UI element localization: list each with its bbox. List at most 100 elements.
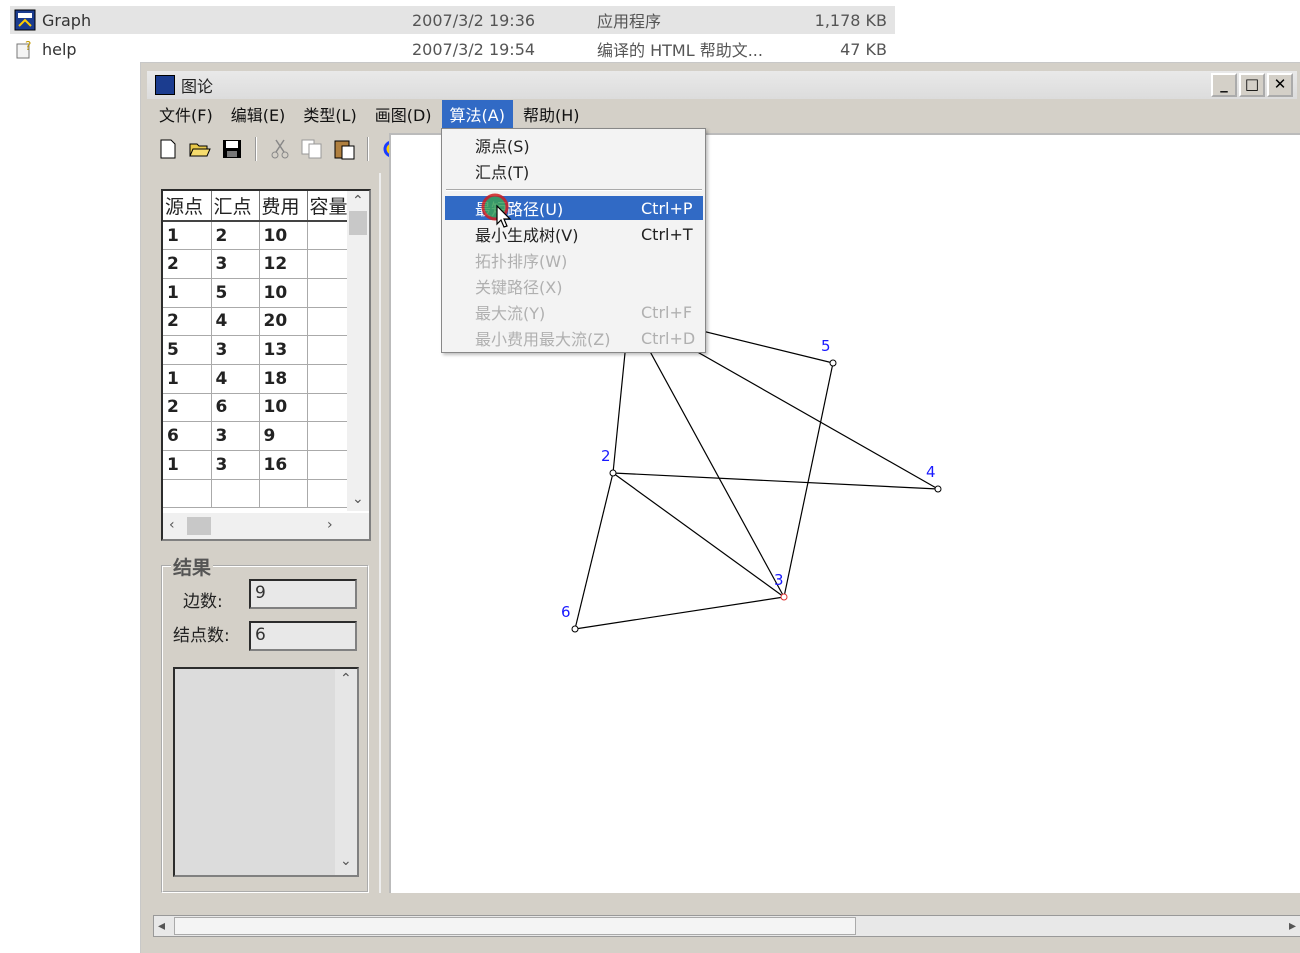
column-header-capacity[interactable]: 容量 (307, 191, 351, 222)
table-vertical-scrollbar[interactable]: ⌃ ⌄ (347, 191, 369, 511)
column-header-cost[interactable]: 费用 (259, 191, 308, 222)
scroll-right-arrow-icon[interactable]: ▸ (1289, 918, 1296, 934)
table-cell[interactable] (307, 249, 351, 279)
file-row-graph[interactable]: Graph 2007/3/2 19:36 应用程序 1,178 KB (10, 6, 895, 34)
menu-item-sink[interactable]: 汇点(T) (445, 159, 703, 183)
table-cell[interactable]: 3 (211, 421, 260, 451)
menu-help[interactable]: 帮助(H) (515, 100, 588, 128)
graph-edge[interactable] (612, 472, 785, 598)
edge-count-field[interactable]: 9 (249, 579, 357, 609)
table-cell[interactable] (307, 307, 351, 337)
table-cell[interactable]: 2 (163, 307, 212, 337)
table-cell[interactable]: 1 (163, 450, 212, 480)
table-cell[interactable] (211, 479, 260, 509)
graph-node[interactable] (571, 625, 579, 633)
table-cell[interactable] (307, 335, 351, 365)
graph-node[interactable] (934, 485, 942, 493)
table-cell[interactable] (259, 479, 308, 509)
table-cell[interactable] (307, 450, 351, 480)
table-cell[interactable] (163, 479, 212, 509)
table-row[interactable]: 2 4 20 (163, 307, 351, 337)
graph-edge[interactable] (612, 472, 939, 490)
table-cell[interactable]: 6 (211, 393, 260, 423)
cut-scissors-icon[interactable] (267, 136, 293, 162)
table-cell[interactable]: 13 (259, 335, 308, 365)
table-cell[interactable]: 1 (163, 278, 212, 308)
graph-node[interactable] (609, 469, 617, 477)
open-folder-icon[interactable] (187, 136, 213, 162)
menu-draw[interactable]: 画图(D) (367, 100, 440, 128)
graph-node[interactable] (829, 359, 837, 367)
menu-file[interactable]: 文件(F) (151, 100, 221, 128)
table-cell[interactable]: 9 (259, 421, 308, 451)
scroll-left-arrow-icon[interactable]: ◂ (158, 918, 165, 934)
close-button[interactable]: ✕ (1267, 73, 1293, 97)
graph-edge[interactable] (574, 472, 614, 630)
table-cell[interactable]: 2 (211, 221, 260, 251)
table-cell[interactable]: 12 (259, 249, 308, 279)
edge-table[interactable]: 源点 汇点 费用 容量 1 2 10 2 3 12 1 5 10 2 4 20 5 3 13 1 4 18 2 6 10… (161, 189, 371, 541)
table-row[interactable]: 1 5 10 (163, 278, 351, 308)
maximize-button[interactable]: □ (1239, 73, 1265, 97)
table-cell[interactable]: 1 (163, 364, 212, 394)
table-cell[interactable] (307, 421, 351, 451)
menu-item-source[interactable]: 源点(S) (445, 133, 703, 157)
table-cell[interactable]: 4 (211, 307, 260, 337)
table-cell[interactable]: 2 (163, 393, 212, 423)
table-row[interactable]: 2 3 12 (163, 249, 351, 279)
scroll-thumb[interactable] (174, 917, 856, 935)
table-horizontal-scrollbar[interactable]: ‹ › (163, 513, 369, 539)
table-row[interactable]: 1 3 16 (163, 450, 351, 480)
scroll-right-arrow-icon[interactable]: › (327, 517, 333, 533)
table-cell[interactable]: 10 (259, 221, 308, 251)
scroll-thumb[interactable] (187, 517, 211, 535)
table-cell[interactable]: 6 (163, 421, 212, 451)
file-row-help[interactable]: ? help 2007/3/2 19:54 编译的 HTML 帮助文... 47… (10, 35, 895, 63)
graph-edge[interactable] (574, 596, 785, 630)
result-output-box[interactable]: ⌃ ⌄ (173, 667, 359, 877)
column-header-sink[interactable]: 汇点 (211, 191, 260, 222)
table-cell[interactable]: 10 (259, 393, 308, 423)
table-cell[interactable]: 3 (211, 450, 260, 480)
table-row[interactable]: 639 (163, 421, 351, 451)
copy-icon[interactable] (299, 136, 325, 162)
column-header-source[interactable]: 源点 (163, 191, 212, 222)
table-row[interactable]: 2 6 10 (163, 393, 351, 423)
table-cell[interactable] (307, 221, 351, 251)
scroll-thumb[interactable] (349, 211, 367, 235)
title-bar[interactable]: 图论 _ □ ✕ (147, 71, 1297, 99)
paste-clipboard-icon[interactable] (331, 136, 357, 162)
graph-edge[interactable] (628, 312, 785, 598)
scroll-down-arrow-icon[interactable]: ⌄ (352, 491, 364, 507)
scroll-down-arrow-icon[interactable]: ⌄ (340, 853, 352, 869)
menu-type[interactable]: 类型(L) (295, 100, 364, 128)
table-cell[interactable] (307, 278, 351, 308)
scroll-up-arrow-icon[interactable]: ⌃ (352, 193, 364, 209)
table-cell[interactable]: 5 (163, 335, 212, 365)
table-cell[interactable]: 2 (163, 249, 212, 279)
table-cell[interactable]: 3 (211, 335, 260, 365)
scroll-up-arrow-icon[interactable]: ⌃ (340, 671, 352, 687)
table-cell[interactable] (307, 479, 351, 509)
minimize-button[interactable]: _ (1211, 73, 1237, 97)
output-vertical-scrollbar[interactable]: ⌃ ⌄ (335, 669, 357, 875)
graph-edge[interactable] (783, 362, 834, 598)
table-cell[interactable]: 3 (211, 249, 260, 279)
table-cell[interactable]: 20 (259, 307, 308, 337)
table-cell[interactable]: 4 (211, 364, 260, 394)
canvas-horizontal-scrollbar[interactable]: ◂ ▸ (153, 915, 1300, 937)
node-count-field[interactable]: 6 (249, 621, 357, 651)
table-row[interactable]: 1 4 18 (163, 364, 351, 394)
scroll-left-arrow-icon[interactable]: ‹ (169, 517, 175, 533)
new-file-icon[interactable] (155, 136, 181, 162)
save-disk-icon[interactable] (219, 136, 245, 162)
table-cell[interactable] (307, 393, 351, 423)
table-row[interactable]: 5 3 13 (163, 335, 351, 365)
table-cell[interactable]: 5 (211, 278, 260, 308)
table-row[interactable]: 1 2 10 (163, 221, 351, 251)
menu-algorithm[interactable]: 算法(A) (441, 100, 513, 128)
table-cell[interactable]: 16 (259, 450, 308, 480)
table-cell[interactable]: 10 (259, 278, 308, 308)
table-cell[interactable]: 18 (259, 364, 308, 394)
graph-node[interactable] (780, 593, 788, 601)
